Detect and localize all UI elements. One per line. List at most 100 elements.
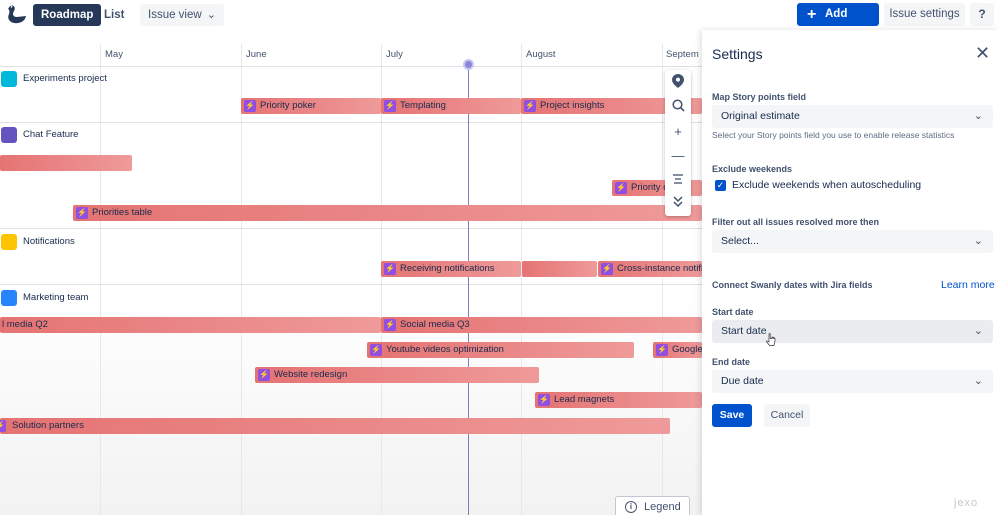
chat-feature-icon bbox=[1, 127, 17, 143]
mouse-pointer-icon bbox=[766, 333, 776, 346]
story-points-select[interactable]: Original estimate ⌄ bbox=[712, 105, 993, 128]
zoom-in-icon[interactable]: + bbox=[665, 122, 691, 142]
story-points-help: Select your Story points field you use t… bbox=[712, 130, 955, 140]
legend-label: Legend bbox=[644, 501, 681, 513]
epic-bolt-icon: ⚡ bbox=[601, 263, 613, 275]
epic-bolt-icon: ⚡ bbox=[538, 394, 550, 406]
issue-bar-receiving-notifications[interactable]: ⚡ Receiving notifications bbox=[381, 261, 521, 277]
learn-more-link[interactable]: Learn more bbox=[941, 279, 995, 291]
issue-settings-button[interactable]: Issue settings bbox=[884, 3, 965, 26]
issue-title: Website redesign bbox=[274, 369, 348, 380]
location-pin-icon[interactable] bbox=[665, 74, 691, 94]
exclude-weekends-checkbox-label[interactable]: Exclude weekends when autoscheduling bbox=[732, 179, 921, 191]
issue-title: Cross-instance notifica bbox=[617, 263, 702, 274]
plus-icon: + bbox=[807, 6, 817, 23]
cancel-button[interactable]: Cancel bbox=[764, 404, 810, 427]
swan-logo-icon bbox=[8, 5, 26, 24]
issue-view-dropdown[interactable]: Issue view ⌄ bbox=[140, 4, 224, 26]
filter-resolved-value: Select... bbox=[721, 235, 759, 247]
connect-dates-label: Connect Swanly dates with Jira fields bbox=[712, 280, 873, 290]
start-date-value: Start date bbox=[721, 325, 767, 337]
collapse-all-icon[interactable] bbox=[665, 194, 691, 214]
start-date-label: Start date bbox=[712, 307, 754, 317]
issue-title: Priority poker bbox=[260, 100, 316, 111]
month-label-june: June bbox=[246, 49, 267, 60]
notifications-icon bbox=[1, 234, 17, 250]
issue-title: Lead magnets bbox=[554, 394, 615, 405]
issue-bar-priority-poker[interactable]: ⚡ Priority poker bbox=[241, 98, 381, 114]
group-divider bbox=[0, 228, 702, 229]
epic-bolt-icon: ⚡ bbox=[656, 344, 668, 356]
top-bar: Roadmap List Issue view ⌄ + Add issue Is… bbox=[0, 0, 999, 43]
cloud-icon bbox=[1, 290, 17, 306]
issue-bar-social-media-q3[interactable]: ⚡ Social media Q3 bbox=[381, 317, 702, 333]
epic-bolt-icon: ⚡ bbox=[244, 100, 256, 112]
group-divider bbox=[0, 66, 702, 67]
month-label-may: May bbox=[105, 49, 123, 60]
issue-bar-google[interactable]: ⚡ Google bbox=[653, 342, 702, 358]
start-date-select[interactable]: Start date ⌄ bbox=[712, 320, 993, 343]
close-icon[interactable]: ✕ bbox=[975, 43, 990, 64]
month-label-september: Septem bbox=[666, 49, 699, 60]
end-date-label: End date bbox=[712, 357, 751, 367]
epic-bolt-icon: ⚡ bbox=[384, 100, 396, 112]
issue-bar-solution-partners[interactable]: ⚡ Solution partners bbox=[0, 418, 670, 434]
legend-button[interactable]: i Legend bbox=[615, 496, 690, 515]
group-notifications[interactable]: Notifications bbox=[1, 234, 75, 250]
end-date-select[interactable]: Due date ⌄ bbox=[712, 370, 993, 393]
issue-title: Youtube videos optimization bbox=[386, 344, 504, 355]
issue-bar-priorities-table[interactable]: ⚡ Priorities table bbox=[73, 205, 702, 221]
today-marker-handle[interactable] bbox=[463, 59, 474, 70]
group-experiments-project[interactable]: Experiments project bbox=[1, 71, 107, 87]
save-button[interactable]: Save bbox=[712, 404, 752, 427]
epic-bolt-icon: ⚡ bbox=[370, 344, 382, 356]
add-issue-button[interactable]: + Add issue bbox=[797, 3, 879, 43]
issue-title: Project insights bbox=[540, 100, 605, 111]
month-gridline bbox=[381, 44, 382, 515]
chevron-down-icon: ⌄ bbox=[973, 235, 983, 247]
filter-resolved-select[interactable]: Select... ⌄ bbox=[712, 230, 993, 253]
epic-bolt-icon: ⚡ bbox=[0, 420, 6, 432]
group-divider bbox=[0, 122, 702, 123]
exclude-weekends-checkbox[interactable]: ✓ bbox=[715, 180, 726, 191]
zoom-out-icon[interactable]: — bbox=[665, 146, 691, 166]
filter-lines-icon[interactable] bbox=[665, 170, 691, 190]
epic-bolt-icon: ⚡ bbox=[384, 263, 396, 275]
issue-title: Receiving notifications bbox=[400, 263, 495, 274]
epic-bolt-icon: ⚡ bbox=[384, 319, 396, 331]
roadmap-timeline[interactable]: May June July August Septem Experiments … bbox=[0, 30, 702, 515]
tab-list[interactable]: List bbox=[96, 4, 132, 26]
search-icon[interactable] bbox=[665, 98, 691, 118]
settings-panel: Settings ✕ Map Story points field Origin… bbox=[702, 30, 999, 515]
month-label-july: July bbox=[386, 49, 403, 60]
filter-resolved-label: Filter out all issues resolved more then bbox=[712, 217, 880, 227]
chevron-down-icon: ⌄ bbox=[973, 110, 983, 122]
map-tools-toolbar: + — bbox=[665, 70, 691, 216]
epic-bolt-icon: ⚡ bbox=[258, 369, 270, 381]
group-name: Marketing team bbox=[23, 292, 89, 303]
issue-title: Solution partners bbox=[12, 420, 84, 431]
issue-bar-cross-instance[interactable]: ⚡ Cross-instance notifica bbox=[598, 261, 702, 277]
group-name: Notifications bbox=[23, 236, 75, 247]
group-marketing-team[interactable]: Marketing team bbox=[1, 290, 88, 306]
group-divider bbox=[0, 284, 702, 285]
story-points-value: Original estimate bbox=[721, 110, 800, 122]
info-icon: i bbox=[625, 501, 637, 513]
today-line bbox=[468, 65, 469, 515]
issue-bar-website-redesign[interactable]: ⚡ Website redesign bbox=[255, 367, 539, 383]
epic-bolt-icon: ⚡ bbox=[615, 182, 627, 194]
issue-bar-social-media-q2[interactable]: l media Q2 bbox=[0, 317, 381, 333]
group-chat-feature[interactable]: Chat Feature bbox=[1, 127, 78, 143]
jexo-watermark: jexo bbox=[954, 497, 979, 509]
issue-bar-chat-unnamed[interactable] bbox=[0, 155, 132, 171]
issue-bar-templating[interactable]: ⚡ Templating bbox=[381, 98, 521, 114]
issue-bar-notifications-unnamed[interactable] bbox=[522, 261, 597, 277]
help-button[interactable]: ? bbox=[970, 3, 994, 26]
issue-bar-youtube-videos[interactable]: ⚡ Youtube videos optimization bbox=[367, 342, 634, 358]
chevron-down-icon: ⌄ bbox=[973, 325, 983, 337]
month-gridline bbox=[100, 44, 101, 515]
epic-bolt-icon: ⚡ bbox=[76, 207, 88, 219]
tab-roadmap[interactable]: Roadmap bbox=[33, 4, 102, 26]
issue-title: Google bbox=[672, 344, 702, 355]
issue-bar-lead-magnets[interactable]: ⚡ Lead magnets bbox=[535, 392, 702, 408]
